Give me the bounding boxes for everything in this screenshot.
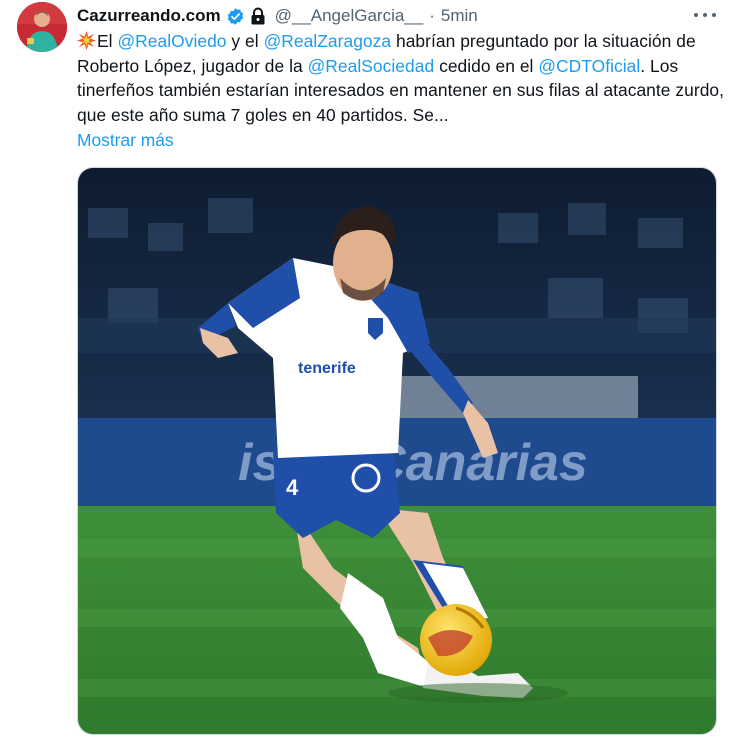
football [420,604,492,676]
timestamp[interactable]: 5min [441,6,478,26]
tweet-card[interactable]: Cazurreando.com @__AngelGarcia__ · 5min … [0,0,740,748]
tweet-photo[interactable]: islas Canarias 4 tenerife [77,167,717,735]
verified-badge-icon [226,7,245,26]
mention-link[interactable]: @RealSociedad [308,56,435,76]
collision-emoji-icon [77,31,96,50]
shirt-number: 4 [286,475,299,500]
lock-icon [250,7,266,25]
text-part: El [97,31,118,51]
mention-link[interactable]: @RealZaragoza [264,31,392,51]
shirt-sponsor: tenerife [298,360,356,377]
display-name[interactable]: Cazurreando.com [77,6,221,26]
tweet-header: Cazurreando.com @__AngelGarcia__ · 5min [77,5,478,27]
separator-dot: · [429,6,435,25]
show-more-link[interactable]: Mostrar más [77,128,174,152]
tweet-text: El @RealOviedo y el @RealZaragoza habría… [77,29,727,127]
avatar[interactable] [17,2,67,52]
text-part: cedido en el [434,55,539,76]
mention-link[interactable]: @CDTOficial [538,56,640,76]
mention-link[interactable]: @RealOviedo [117,31,226,51]
more-options-icon[interactable] [694,8,716,22]
user-handle[interactable]: @__AngelGarcia__ [275,6,424,26]
text-part: y el [226,31,264,51]
